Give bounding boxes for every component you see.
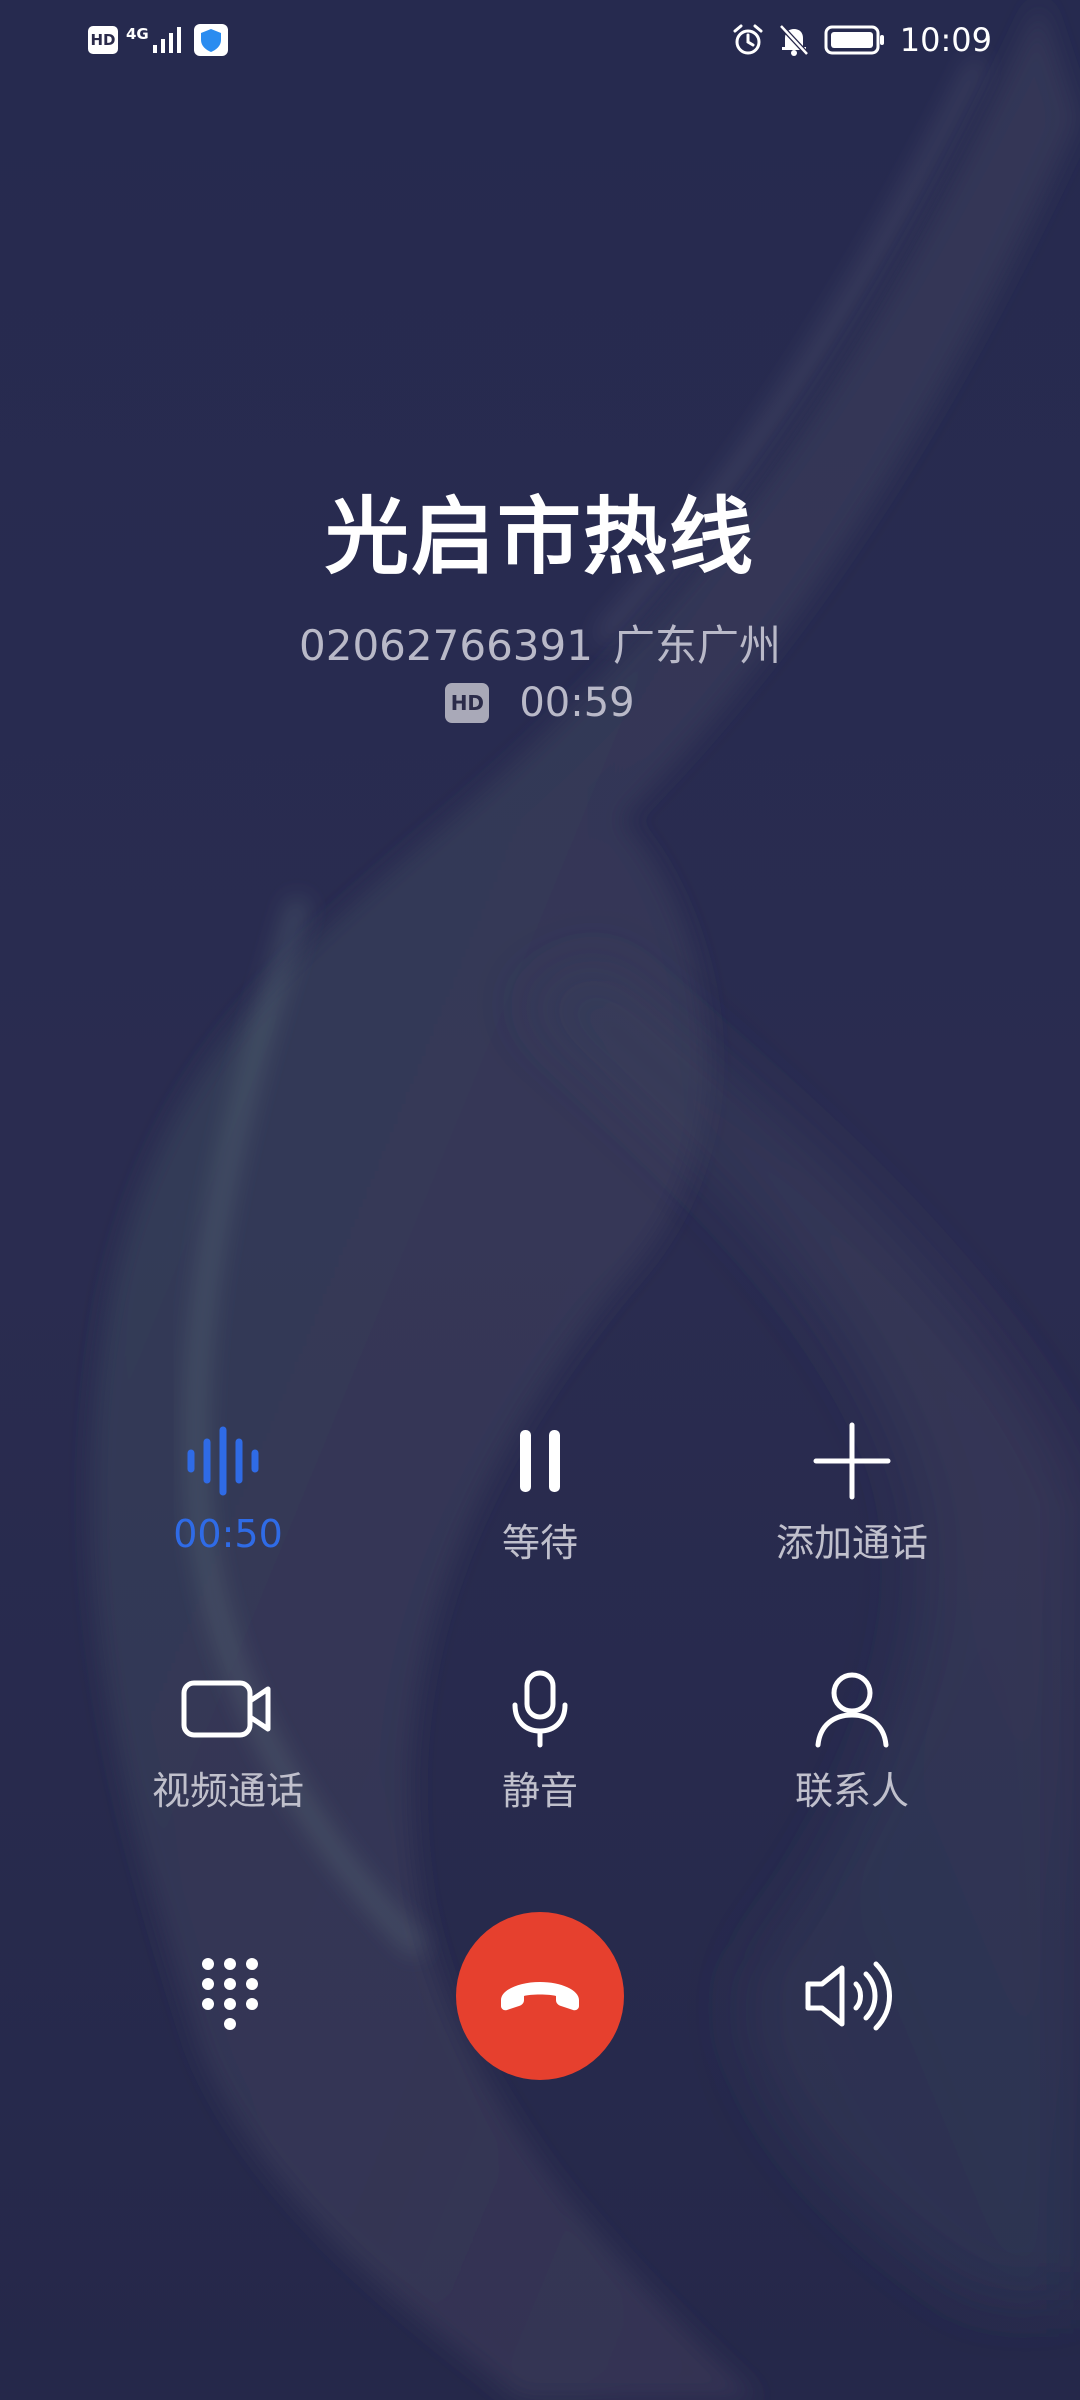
end-call-button[interactable] (456, 1912, 624, 2080)
video-call-label: 视频通话 (151, 1769, 304, 1813)
add-call-button[interactable]: 添加通话 (702, 1416, 1002, 1567)
add-call-label: 添加通话 (775, 1521, 928, 1565)
status-left: HD 4G (88, 20, 229, 60)
voice-wave-icon (187, 1426, 259, 1496)
status-right: 10:09 (730, 20, 992, 60)
hd-icon: HD (88, 26, 118, 54)
speaker-icon (805, 1961, 892, 2031)
in-call-screen: HD 4G 10:09 光启市热线 02062766391 广东广州 HD 00… (0, 0, 1080, 2400)
hold-label: 等待 (501, 1521, 578, 1565)
call-duration: 00:59 (519, 680, 635, 726)
dialpad-button[interactable] (190, 1950, 270, 2042)
video-camera-icon (181, 1680, 271, 1738)
4g-signal-icon (152, 27, 181, 53)
video-call-button[interactable]: 视频通话 (78, 1664, 378, 1815)
contacts-label: 联系人 (794, 1769, 909, 1813)
caller-number: 02062766391 (299, 621, 593, 670)
status-time: 10:09 (899, 21, 992, 59)
bell-muted-icon (778, 24, 809, 56)
pause-icon (520, 1430, 560, 1492)
hang-up-icon (501, 1982, 579, 2011)
voice-timer-button[interactable]: 00:50 (78, 1416, 378, 1556)
call-meta: HD 00:59 (0, 680, 1080, 726)
status-bar: HD 4G 10:09 (0, 0, 1080, 80)
microphone-icon (512, 1670, 568, 1748)
contacts-button[interactable]: 联系人 (702, 1664, 1002, 1815)
caller-name: 光启市热线 (324, 488, 755, 586)
caller-number-line: 02062766391 广东广州 (0, 612, 1080, 673)
plus-icon (813, 1422, 891, 1500)
hold-button[interactable]: 等待 (390, 1416, 690, 1567)
network-type-label: 4G (126, 24, 149, 43)
alarm-icon (733, 24, 763, 55)
dialpad-icon (202, 1958, 258, 2030)
battery-icon (824, 25, 884, 55)
mute-label: 静音 (501, 1769, 578, 1813)
hd-call-badge: HD (445, 683, 490, 723)
speaker-button[interactable] (800, 1956, 896, 2036)
shield-icon (193, 24, 228, 56)
caller-location: 广东广州 (612, 621, 781, 670)
mute-button[interactable]: 静音 (390, 1664, 690, 1815)
person-icon (815, 1672, 889, 1748)
voice-timer-label: 00:50 (173, 1512, 283, 1556)
